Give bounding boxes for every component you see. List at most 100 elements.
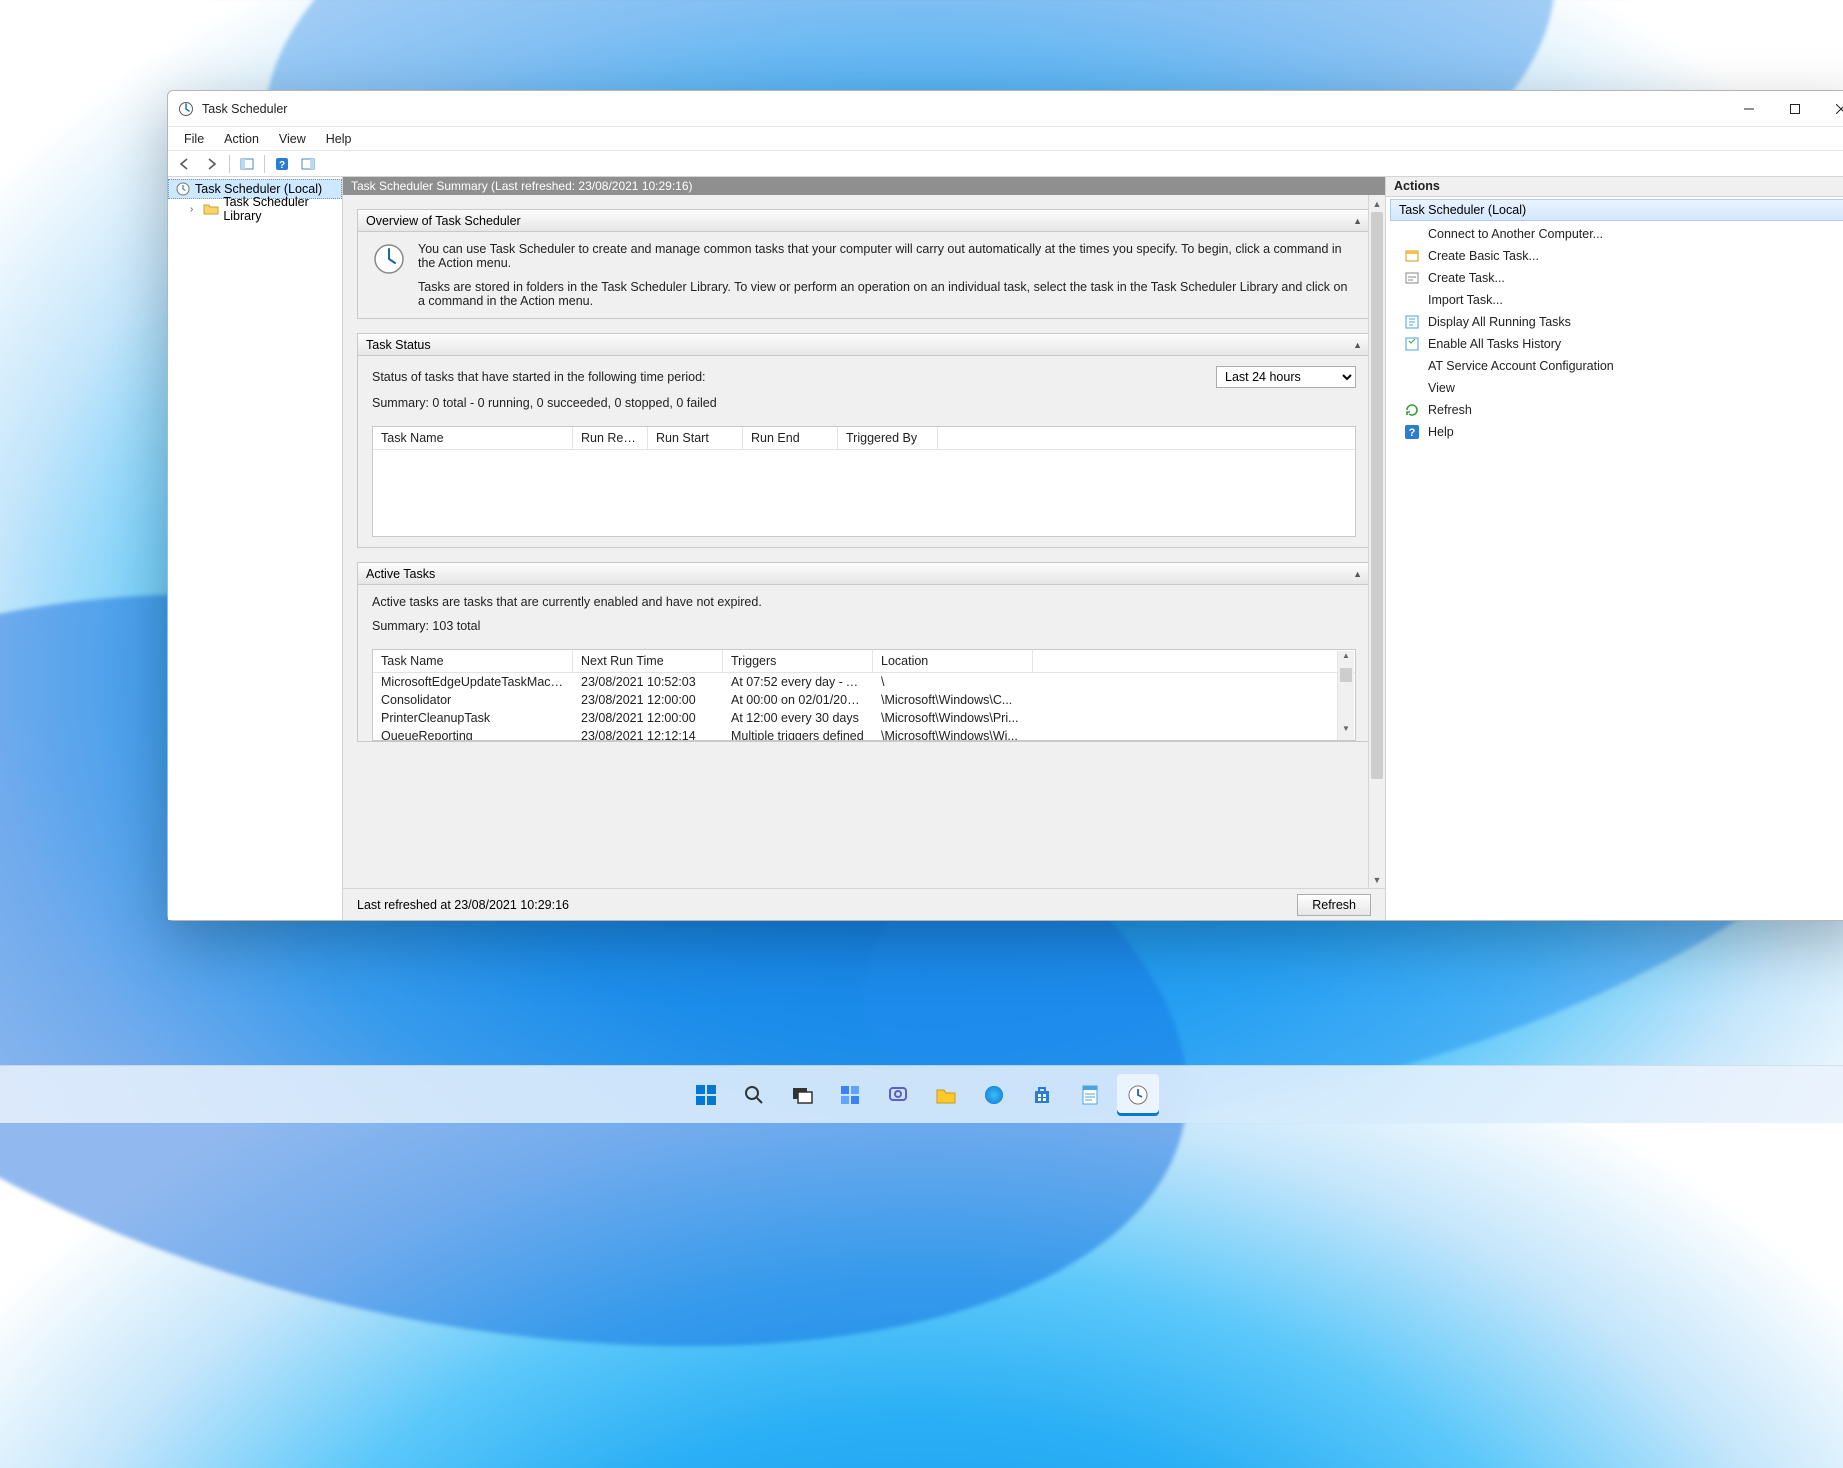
close-button[interactable] bbox=[1818, 94, 1843, 124]
active-tasks-desc: Active tasks are tasks that are currentl… bbox=[372, 595, 1356, 609]
file-explorer-button[interactable] bbox=[925, 1074, 967, 1116]
overview-header[interactable]: Overview of Task Scheduler ▲ bbox=[358, 210, 1370, 232]
active-grid: Task Name Next Run Time Triggers Locatio… bbox=[372, 649, 1356, 741]
action-label: Import Task... bbox=[1428, 293, 1503, 307]
overview-p2: Tasks are stored in folders in the Task … bbox=[418, 280, 1356, 308]
action-import-task[interactable]: Import Task... bbox=[1390, 289, 1843, 311]
active-tasks-header[interactable]: Active Tasks ▲ bbox=[358, 563, 1370, 585]
action-label: Create Basic Task... bbox=[1428, 249, 1539, 263]
menu-view[interactable]: View bbox=[269, 130, 316, 148]
history-icon bbox=[1404, 336, 1420, 352]
action-label: Create Task... bbox=[1428, 271, 1505, 285]
action-help[interactable]: ? Help bbox=[1390, 421, 1843, 443]
scheduler-icon bbox=[175, 181, 191, 197]
menu-action[interactable]: Action bbox=[214, 130, 269, 148]
blank-icon bbox=[1404, 358, 1420, 374]
refresh-icon bbox=[1404, 402, 1420, 418]
show-hide-tree-button[interactable] bbox=[235, 153, 259, 175]
active-grid-scrollbar[interactable]: ▲ ▼ bbox=[1337, 651, 1354, 741]
col-triggers[interactable]: Triggers bbox=[723, 650, 873, 672]
nav-forward-button[interactable] bbox=[200, 153, 224, 175]
action-enable-all-tasks-history[interactable]: Enable All Tasks History bbox=[1390, 333, 1843, 355]
menubar: File Action View Help bbox=[168, 127, 1843, 151]
status-period-label: Status of tasks that have started in the… bbox=[372, 370, 706, 384]
status-grid: Task Name Run Result Run Start Run End T… bbox=[372, 426, 1356, 537]
task-scheduler-taskbar-button[interactable] bbox=[1117, 1074, 1159, 1116]
table-row[interactable]: QueueReporting23/08/2021 12:12:14Multipl… bbox=[373, 727, 1355, 741]
running-icon bbox=[1404, 314, 1420, 330]
table-row[interactable]: MicrosoftEdgeUpdateTaskMachine...23/08/2… bbox=[373, 673, 1355, 691]
action-label: Refresh bbox=[1428, 403, 1472, 417]
notepad-button[interactable] bbox=[1069, 1074, 1111, 1116]
show-hide-action-button[interactable] bbox=[296, 153, 320, 175]
toolbar: ? bbox=[168, 151, 1843, 177]
search-button[interactable] bbox=[733, 1074, 775, 1116]
window-controls bbox=[1726, 94, 1843, 124]
status-summary: Summary: 0 total - 0 running, 0 succeede… bbox=[372, 396, 1356, 410]
action-label: AT Service Account Configuration bbox=[1428, 359, 1614, 373]
app-icon bbox=[178, 101, 194, 117]
col-triggered-by[interactable]: Triggered By bbox=[838, 427, 938, 449]
col-task-name[interactable]: Task Name bbox=[373, 427, 573, 449]
table-row[interactable]: Consolidator23/08/2021 12:00:00At 00:00 … bbox=[373, 691, 1355, 709]
tree-library[interactable]: › Task Scheduler Library bbox=[168, 199, 342, 219]
help-toolbar-button[interactable]: ? bbox=[270, 153, 294, 175]
overview-panel: Overview of Task Scheduler ▲ You can use… bbox=[357, 209, 1371, 319]
action-create-task[interactable]: Create Task... bbox=[1390, 267, 1843, 289]
action-at-service-account-configuration[interactable]: AT Service Account Configuration bbox=[1390, 355, 1843, 377]
window-body: Task Scheduler (Local) › Task Scheduler … bbox=[168, 177, 1843, 920]
action-label: Display All Running Tasks bbox=[1428, 315, 1571, 329]
edge-button[interactable] bbox=[973, 1074, 1015, 1116]
menu-file[interactable]: File bbox=[174, 130, 214, 148]
col-run-result[interactable]: Run Result bbox=[573, 427, 648, 449]
col-run-start[interactable]: Run Start bbox=[648, 427, 743, 449]
actions-list: Connect to Another Computer... Create Bas… bbox=[1386, 223, 1843, 443]
blank-icon bbox=[1404, 380, 1420, 396]
action-label: Enable All Tasks History bbox=[1428, 337, 1561, 351]
minimize-button[interactable] bbox=[1726, 94, 1772, 124]
action-label: Help bbox=[1428, 425, 1454, 439]
maximize-button[interactable] bbox=[1772, 94, 1818, 124]
menu-help[interactable]: Help bbox=[316, 130, 362, 148]
task-status-header[interactable]: Task Status ▲ bbox=[358, 334, 1370, 356]
last-refreshed-label: Last refreshed at 23/08/2021 10:29:16 bbox=[357, 898, 569, 912]
active-tasks-title: Active Tasks bbox=[366, 567, 435, 581]
taskbar bbox=[0, 1065, 1843, 1123]
col-next-run-time[interactable]: Next Run Time bbox=[573, 650, 723, 672]
action-connect-to-another-computer[interactable]: Connect to Another Computer... bbox=[1390, 223, 1843, 245]
status-period-select[interactable]: Last 24 hours bbox=[1216, 366, 1356, 388]
action-label: View bbox=[1428, 381, 1455, 395]
actions-group-header[interactable]: Task Scheduler (Local) ▲ bbox=[1390, 199, 1843, 221]
widgets-button[interactable] bbox=[829, 1074, 871, 1116]
store-button[interactable] bbox=[1021, 1074, 1063, 1116]
action-view[interactable]: View▶ bbox=[1390, 377, 1843, 399]
chat-button[interactable] bbox=[877, 1074, 919, 1116]
task-status-title: Task Status bbox=[366, 338, 431, 352]
basic-icon bbox=[1404, 248, 1420, 264]
col-run-end[interactable]: Run End bbox=[743, 427, 838, 449]
nav-back-button[interactable] bbox=[174, 153, 198, 175]
actions-group-label: Task Scheduler (Local) bbox=[1399, 203, 1526, 217]
active-grid-body: MicrosoftEdgeUpdateTaskMachine...23/08/2… bbox=[373, 673, 1355, 741]
center-body: Overview of Task Scheduler ▲ You can use… bbox=[343, 195, 1385, 888]
chevron-up-icon: ▲ bbox=[1353, 569, 1362, 579]
refresh-button[interactable]: Refresh bbox=[1297, 894, 1371, 916]
status-grid-header: Task Name Run Result Run Start Run End T… bbox=[373, 427, 1355, 450]
help-icon: ? bbox=[1404, 424, 1420, 440]
table-row[interactable]: PrinterCleanupTask23/08/2021 12:00:00At … bbox=[373, 709, 1355, 727]
center-header: Task Scheduler Summary (Last refreshed: … bbox=[343, 177, 1385, 195]
center-scrollbar[interactable]: ▲ ▼ bbox=[1368, 195, 1385, 888]
start-button[interactable] bbox=[685, 1074, 727, 1116]
col-location[interactable]: Location bbox=[873, 650, 1033, 672]
task-view-button[interactable] bbox=[781, 1074, 823, 1116]
chevron-right-icon[interactable]: › bbox=[190, 204, 199, 215]
action-create-basic-task[interactable]: Create Basic Task... bbox=[1390, 245, 1843, 267]
col-task-name[interactable]: Task Name bbox=[373, 650, 573, 672]
actions-title: Actions bbox=[1386, 177, 1843, 197]
action-refresh[interactable]: Refresh bbox=[1390, 399, 1843, 421]
action-display-all-running-tasks[interactable]: Display All Running Tasks bbox=[1390, 311, 1843, 333]
center-footer: Last refreshed at 23/08/2021 10:29:16 Re… bbox=[343, 888, 1385, 920]
task-icon bbox=[1404, 270, 1420, 286]
active-grid-header: Task Name Next Run Time Triggers Locatio… bbox=[373, 650, 1355, 673]
overview-p1: You can use Task Scheduler to create and… bbox=[418, 242, 1356, 270]
